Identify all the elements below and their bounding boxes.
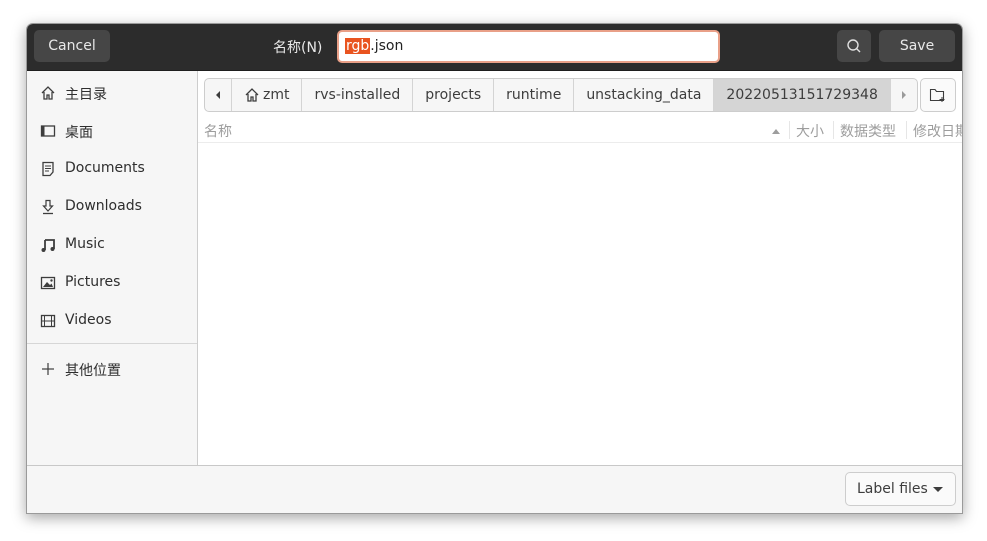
- sidebar-item-home[interactable]: 主目录: [27, 75, 197, 111]
- path-segment[interactable]: projects: [413, 79, 495, 111]
- sidebar-item-label: 桌面: [65, 125, 93, 141]
- download-icon: [42, 199, 54, 215]
- path-segment[interactable]: unstacking_data: [574, 79, 715, 111]
- column-divider: [833, 121, 834, 139]
- sidebar-divider: [27, 343, 197, 344]
- sidebar-item-label: 主目录: [65, 87, 107, 103]
- sidebar-item-other-locations[interactable]: 其他位置: [27, 351, 197, 387]
- search-button[interactable]: [837, 30, 871, 62]
- sidebar-item-label: Videos: [65, 312, 112, 328]
- column-header-type[interactable]: 数据类型: [840, 121, 896, 141]
- sidebar-item-label: Documents: [65, 160, 145, 176]
- sidebar-item-desktop[interactable]: 桌面: [27, 113, 197, 149]
- cancel-button[interactable]: Cancel: [34, 30, 110, 62]
- sidebar-item-videos[interactable]: Videos: [27, 303, 197, 339]
- sidebar-item-label: Music: [65, 236, 105, 252]
- path-scroll-left-button[interactable]: [205, 79, 232, 111]
- picture-icon: [40, 276, 56, 290]
- path-segment-home[interactable]: zmt: [232, 79, 303, 111]
- header-bar: Cancel 名称(N) rgb.json Save: [27, 24, 962, 71]
- sidebar-item-downloads[interactable]: Downloads: [27, 189, 197, 225]
- sidebar-item-music[interactable]: Music: [27, 227, 197, 263]
- right-arrow-icon: [901, 91, 906, 99]
- sidebar-item-label: 其他位置: [65, 363, 121, 379]
- home-icon: [245, 88, 259, 102]
- path-bar: zmt rvs-installed projects runtime unsta…: [204, 78, 918, 112]
- filename-selection: rgb: [345, 38, 371, 54]
- left-arrow-icon: [216, 91, 220, 99]
- label-files-text: Label files: [857, 481, 928, 497]
- column-divider: [789, 121, 790, 139]
- video-icon: [40, 314, 56, 328]
- path-scroll-right-button[interactable]: [891, 79, 917, 111]
- column-header-modified[interactable]: 修改日期: [913, 121, 962, 141]
- sort-ascending-icon: [772, 129, 780, 134]
- name-label: 名称(N): [273, 40, 323, 56]
- path-segment-current[interactable]: 20220513151729348: [714, 79, 891, 111]
- save-button[interactable]: Save: [879, 30, 955, 62]
- chevron-down-icon: [933, 487, 943, 492]
- new-folder-icon: [929, 88, 945, 102]
- path-segment-label: zmt: [263, 87, 290, 103]
- column-header-row: 名称 大小 数据类型 修改日期: [198, 118, 962, 143]
- desktop-icon: [40, 125, 56, 137]
- sidebar-item-pictures[interactable]: Pictures: [27, 265, 197, 301]
- filename-extension: .json: [370, 38, 404, 54]
- path-segment[interactable]: rvs-installed: [302, 79, 414, 111]
- plus-icon: [42, 363, 54, 375]
- document-icon: [42, 161, 54, 177]
- path-segment[interactable]: runtime: [494, 79, 575, 111]
- sidebar-item-label: Pictures: [65, 274, 121, 290]
- sidebar-item-documents[interactable]: Documents: [27, 151, 197, 187]
- filename-input[interactable]: rgb.json: [337, 30, 720, 63]
- save-file-dialog: Cancel 名称(N) rgb.json Save 主目录 桌面 Docume…: [26, 23, 963, 514]
- places-sidebar: 主目录 桌面 Documents Downloads Music Picture…: [27, 71, 198, 465]
- column-header-size[interactable]: 大小: [796, 121, 824, 141]
- label-files-dropdown[interactable]: Label files: [845, 472, 956, 506]
- home-icon: [41, 86, 55, 100]
- bottom-bar: Label files: [27, 465, 962, 513]
- column-divider: [906, 121, 907, 139]
- new-folder-button[interactable]: [920, 78, 956, 112]
- search-icon: [847, 39, 861, 53]
- sidebar-item-label: Downloads: [65, 198, 142, 214]
- file-browser: zmt rvs-installed projects runtime unsta…: [198, 71, 962, 465]
- music-icon: [41, 239, 55, 252]
- column-header-name[interactable]: 名称: [204, 121, 232, 141]
